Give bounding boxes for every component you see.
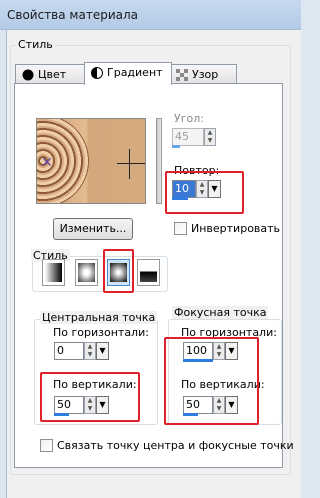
spin-up-icon[interactable]: ▲ — [214, 343, 224, 351]
focal-horizontal-spinner[interactable]: 100 ▲ ▼ ▼ — [183, 342, 243, 362]
spin-up-icon[interactable]: ▲ — [85, 343, 95, 351]
filled-circle-icon — [22, 69, 34, 81]
center-horizontal-arrows[interactable]: ▲ ▼ — [84, 342, 96, 360]
repeat-level-bar — [172, 197, 188, 200]
angle-level-bar — [172, 145, 180, 148]
tab-pattern[interactable]: Узор — [169, 64, 237, 84]
spin-down-icon[interactable]: ▼ — [85, 405, 95, 413]
focal-horizontal-level-bar — [183, 359, 213, 362]
radial-style-button[interactable] — [137, 259, 160, 286]
focal-horizontal-label: По горизонтали: — [181, 326, 277, 339]
link-points-label: Связать точку центра и фокусные точки — [57, 439, 294, 452]
focal-vertical-label: По вертикали: — [181, 378, 265, 391]
sunburst-style-button[interactable] — [107, 259, 130, 286]
repeat-spin-arrows[interactable]: ▲ ▼ — [196, 180, 208, 198]
repeat-spinner[interactable]: 10 ▲ ▼ ▼ — [172, 180, 232, 200]
tab-gradient-label: Градиент — [107, 66, 163, 79]
center-vertical-input[interactable]: 50 — [54, 396, 84, 414]
tab-gradient[interactable]: Градиент — [84, 62, 172, 85]
center-vertical-dropdown-icon[interactable]: ▼ — [96, 396, 109, 414]
window-title: Свойства материала — [7, 8, 138, 22]
center-horizontal-label: По горизонтали: — [53, 326, 149, 339]
style-group-label: Стиль — [16, 38, 55, 51]
center-vertical-spinner[interactable]: 50 ▲ ▼ ▼ — [54, 396, 114, 416]
tab-pattern-label: Узор — [192, 68, 219, 81]
half-circle-icon — [91, 67, 103, 79]
center-horizontal-dropdown-icon[interactable]: ▼ — [96, 342, 109, 360]
center-vertical-arrows[interactable]: ▲ ▼ — [84, 396, 96, 414]
repeat-label: Повтор: — [174, 164, 220, 177]
angle-spinner[interactable]: 45 ▲ ▼ — [172, 128, 232, 148]
center-vertical-level-bar — [54, 413, 69, 416]
focal-vertical-spinner[interactable]: 50 ▲ ▼ ▼ — [183, 396, 243, 416]
edit-gradient-button[interactable]: Изменить... — [53, 218, 133, 240]
center-vertical-label: По вертикали: — [53, 378, 137, 391]
center-point-label: Центральная точка — [40, 311, 158, 324]
title-bar: Свойства материала — [0, 0, 301, 30]
focal-vertical-dropdown-icon[interactable]: ▼ — [225, 396, 238, 414]
angle-spin-arrows[interactable]: ▲ ▼ — [204, 128, 216, 146]
focal-marker-horizontal — [117, 163, 145, 164]
repeat-dropdown-icon[interactable]: ▼ — [208, 180, 221, 198]
angle-label: Угол: — [174, 112, 204, 125]
sunburst-gradient-icon — [110, 263, 127, 282]
spin-down-icon[interactable]: ▼ — [205, 137, 215, 145]
radial-gradient-icon — [140, 263, 157, 282]
rectangular-gradient-icon — [78, 263, 95, 282]
tab-color-label: Цвет — [38, 68, 67, 81]
focal-horizontal-input[interactable]: 100 — [183, 342, 213, 360]
focal-marker-vertical — [129, 149, 130, 179]
center-horizontal-input[interactable]: 0 — [54, 342, 84, 360]
spin-down-icon[interactable]: ▼ — [214, 405, 224, 413]
focal-horizontal-arrows[interactable]: ▲ ▼ — [213, 342, 225, 360]
spin-down-icon[interactable]: ▼ — [85, 351, 95, 359]
angle-input[interactable]: 45 — [172, 128, 204, 146]
focal-point-label: Фокусная точка — [172, 306, 269, 319]
linear-gradient-icon — [45, 263, 62, 282]
preview-slider[interactable] — [156, 118, 162, 204]
gradient-preview[interactable]: ✕ — [36, 118, 146, 204]
spin-up-icon[interactable]: ▲ — [197, 181, 207, 189]
spin-down-icon[interactable]: ▼ — [197, 189, 207, 197]
focal-vertical-arrows[interactable]: ▲ ▼ — [213, 396, 225, 414]
spin-up-icon[interactable]: ▲ — [214, 397, 224, 405]
spin-down-icon[interactable]: ▼ — [214, 351, 224, 359]
spin-up-icon[interactable]: ▲ — [85, 397, 95, 405]
invert-label: Инвертировать — [191, 222, 281, 235]
pattern-icon — [176, 69, 188, 81]
center-handle-icon[interactable]: ✕ — [41, 155, 53, 171]
focal-vertical-level-bar — [183, 413, 198, 416]
center-horizontal-spinner[interactable]: 0 ▲ ▼ ▼ — [54, 342, 114, 362]
rectangular-style-button[interactable] — [75, 259, 98, 286]
focal-vertical-input[interactable]: 50 — [183, 396, 213, 414]
repeat-input[interactable]: 10 — [172, 180, 196, 198]
invert-checkbox[interactable] — [174, 222, 187, 235]
link-points-checkbox[interactable] — [40, 439, 53, 452]
spin-up-icon[interactable]: ▲ — [205, 129, 215, 137]
tab-color[interactable]: Цвет — [15, 64, 87, 84]
linear-style-button[interactable] — [42, 259, 65, 286]
focal-horizontal-dropdown-icon[interactable]: ▼ — [225, 342, 238, 360]
